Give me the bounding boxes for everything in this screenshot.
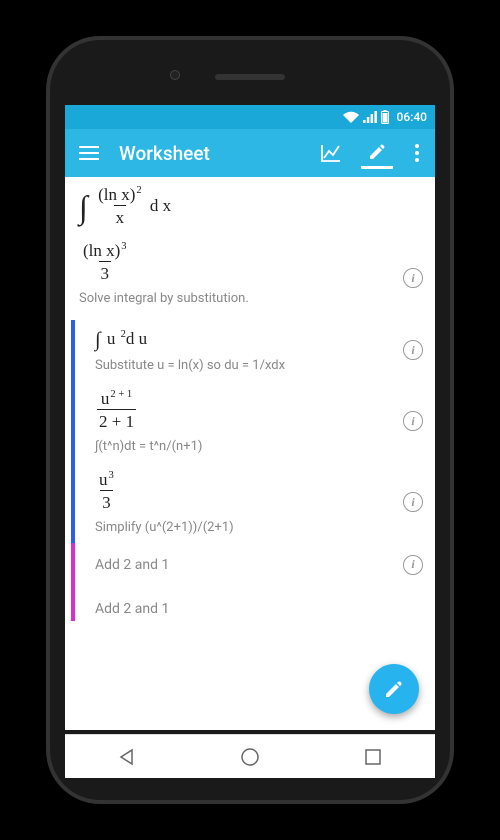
- phone-camera: [170, 70, 180, 80]
- fab-edit-button[interactable]: [369, 664, 419, 714]
- step-note: Solve integral by substitution.: [79, 291, 423, 306]
- triangle-back-icon: [117, 747, 137, 767]
- phone-speaker: [215, 74, 285, 80]
- overflow-button[interactable]: [407, 137, 427, 169]
- pencil-icon: [368, 143, 386, 161]
- expression-row[interactable]: ∫ (ln x)2 x d x: [65, 177, 435, 237]
- hamburger-icon: [79, 146, 99, 160]
- screen: 06:40 Worksheet ∫: [65, 105, 435, 730]
- status-clock: 06:40: [397, 110, 427, 124]
- step-label: Add 2 and 1: [95, 557, 169, 573]
- step-note: ∫(t^n)dt = t^n/(n+1): [95, 439, 423, 454]
- edit-button[interactable]: [361, 137, 393, 169]
- page-title: Worksheet: [119, 142, 301, 165]
- info-icon[interactable]: i: [403, 492, 423, 512]
- app-bar: Worksheet: [65, 129, 435, 177]
- circle-home-icon: [240, 747, 260, 767]
- info-icon[interactable]: i: [403, 411, 423, 431]
- info-icon[interactable]: i: [403, 340, 423, 360]
- pencil-icon: [383, 678, 405, 700]
- signal-icon: [363, 111, 377, 123]
- worksheet-content[interactable]: ∫ (ln x)2 x d x (ln x)3 3 Solve integral: [65, 177, 435, 730]
- step-row[interactable]: Add 2 and 1: [71, 587, 435, 621]
- step-row[interactable]: u3 3 Simplify (u^(2+1))/(2+1) i: [71, 462, 435, 543]
- math-expression: ∫ u 2d u: [95, 328, 423, 352]
- status-bar: 06:40: [65, 105, 435, 129]
- math-expression: u2 + 1 2 + 1: [95, 389, 423, 433]
- wifi-icon: [343, 111, 359, 123]
- math-expression: ∫ (ln x)2 x d x: [79, 185, 423, 229]
- phone-frame: 06:40 Worksheet ∫: [50, 40, 450, 800]
- step-row[interactable]: u2 + 1 2 + 1 ∫(t^n)dt = t^n/(n+1) i: [71, 381, 435, 462]
- more-vert-icon: [415, 144, 419, 162]
- result-row[interactable]: (ln x)3 3 Solve integral by substitution…: [65, 237, 435, 320]
- menu-button[interactable]: [73, 137, 105, 169]
- battery-icon: [381, 110, 389, 124]
- info-icon[interactable]: i: [403, 555, 423, 575]
- math-expression: u3 3: [95, 470, 423, 514]
- home-button[interactable]: [220, 735, 280, 779]
- square-recent-icon: [364, 748, 382, 766]
- android-navbar: [65, 734, 435, 778]
- step-row[interactable]: ∫ u 2d u Substitute u = ln(x) so du = 1/…: [71, 320, 435, 381]
- step-note: Simplify (u^(2+1))/(2+1): [95, 520, 423, 535]
- step-row[interactable]: Add 2 and 1 i: [71, 543, 435, 587]
- back-button[interactable]: [97, 735, 157, 779]
- step-note: Substitute u = ln(x) so du = 1/xdx: [95, 358, 423, 373]
- info-icon[interactable]: i: [403, 268, 423, 288]
- graph-button[interactable]: [315, 137, 347, 169]
- graph-icon: [321, 144, 341, 162]
- math-expression: (ln x)3 3: [79, 241, 423, 285]
- recent-button[interactable]: [343, 735, 403, 779]
- step-label: Add 2 and 1: [95, 601, 169, 617]
